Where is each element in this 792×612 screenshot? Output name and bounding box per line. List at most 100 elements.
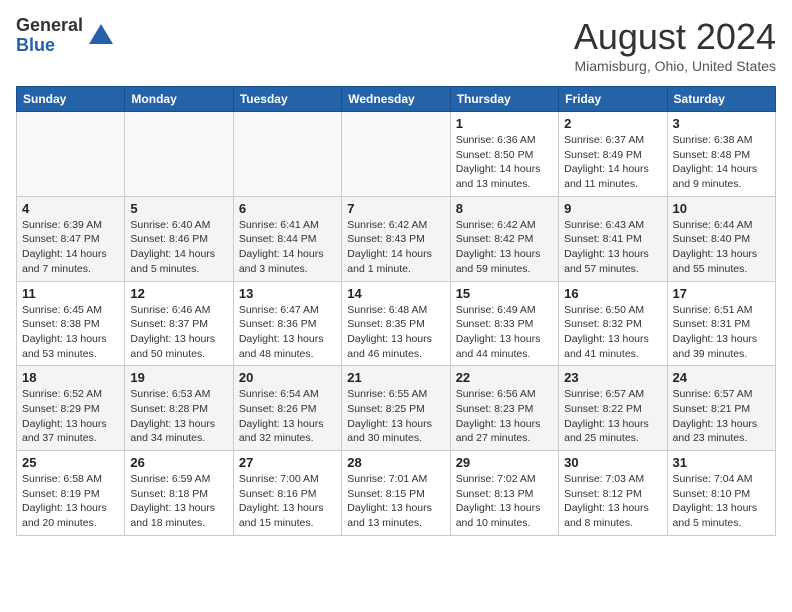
weekday-header: Monday [125, 87, 233, 112]
day-info: Sunrise: 6:47 AMSunset: 8:36 PMDaylight:… [239, 303, 336, 362]
day-info: Sunrise: 6:44 AMSunset: 8:40 PMDaylight:… [673, 218, 770, 277]
logo-general: General [16, 16, 83, 36]
calendar-week-row: 11 Sunrise: 6:45 AMSunset: 8:38 PMDayligh… [17, 281, 776, 366]
day-info: Sunrise: 7:01 AMSunset: 8:15 PMDaylight:… [347, 472, 444, 531]
calendar-cell: 4 Sunrise: 6:39 AMSunset: 8:47 PMDaylight… [17, 196, 125, 281]
calendar-cell: 9 Sunrise: 6:43 AMSunset: 8:41 PMDaylight… [559, 196, 667, 281]
day-number: 10 [673, 201, 770, 216]
day-info: Sunrise: 6:37 AMSunset: 8:49 PMDaylight:… [564, 133, 661, 192]
calendar-week-row: 1 Sunrise: 6:36 AMSunset: 8:50 PMDaylight… [17, 112, 776, 197]
calendar-cell: 20 Sunrise: 6:54 AMSunset: 8:26 PMDayligh… [233, 366, 341, 451]
calendar-cell: 21 Sunrise: 6:55 AMSunset: 8:25 PMDayligh… [342, 366, 450, 451]
day-info: Sunrise: 6:57 AMSunset: 8:21 PMDaylight:… [673, 387, 770, 446]
calendar-week-row: 25Sunrise: 6:58 AMSunset: 8:19 PMDayligh… [17, 451, 776, 536]
day-info: Sunrise: 6:52 AMSunset: 8:29 PMDaylight:… [22, 387, 119, 446]
calendar-cell: 15 Sunrise: 6:49 AMSunset: 8:33 PMDayligh… [450, 281, 558, 366]
day-info: Sunrise: 6:36 AMSunset: 8:50 PMDaylight:… [456, 133, 553, 192]
calendar-table: SundayMondayTuesdayWednesdayThursdayFrid… [16, 86, 776, 536]
logo: General Blue [16, 16, 115, 56]
day-number: 24 [673, 370, 770, 385]
day-info: Sunrise: 6:53 AMSunset: 8:28 PMDaylight:… [130, 387, 227, 446]
day-number: 3 [673, 116, 770, 131]
calendar-cell: 3 Sunrise: 6:38 AMSunset: 8:48 PMDaylight… [667, 112, 775, 197]
day-number: 26 [130, 455, 227, 470]
day-info: Sunrise: 6:45 AMSunset: 8:38 PMDaylight:… [22, 303, 119, 362]
day-number: 5 [130, 201, 227, 216]
day-info: Sunrise: 6:59 AMSunset: 8:18 PMDaylight:… [130, 472, 227, 531]
calendar-cell [17, 112, 125, 197]
day-number: 14 [347, 286, 444, 301]
day-number: 11 [22, 286, 119, 301]
weekday-header: Friday [559, 87, 667, 112]
day-info: Sunrise: 7:04 AMSunset: 8:10 PMDaylight:… [673, 472, 770, 531]
calendar-cell: 16Sunrise: 6:50 AMSunset: 8:32 PMDayligh… [559, 281, 667, 366]
calendar-cell: 10 Sunrise: 6:44 AMSunset: 8:40 PMDayligh… [667, 196, 775, 281]
day-number: 29 [456, 455, 553, 470]
logo-blue: Blue [16, 36, 83, 56]
day-number: 7 [347, 201, 444, 216]
day-info: Sunrise: 6:55 AMSunset: 8:25 PMDaylight:… [347, 387, 444, 446]
day-number: 8 [456, 201, 553, 216]
weekday-header: Sunday [17, 87, 125, 112]
day-number: 1 [456, 116, 553, 131]
day-info: Sunrise: 6:42 AMSunset: 8:43 PMDaylight:… [347, 218, 444, 277]
weekday-header-row: SundayMondayTuesdayWednesdayThursdayFrid… [17, 87, 776, 112]
calendar-week-row: 18 Sunrise: 6:52 AMSunset: 8:29 PMDayligh… [17, 366, 776, 451]
day-number: 30 [564, 455, 661, 470]
calendar-cell: 28 Sunrise: 7:01 AMSunset: 8:15 PMDayligh… [342, 451, 450, 536]
calendar-cell: 14 Sunrise: 6:48 AMSunset: 8:35 PMDayligh… [342, 281, 450, 366]
day-number: 19 [130, 370, 227, 385]
day-number: 12 [130, 286, 227, 301]
calendar-cell: 17 Sunrise: 6:51 AMSunset: 8:31 PMDayligh… [667, 281, 775, 366]
weekday-header: Thursday [450, 87, 558, 112]
day-number: 2 [564, 116, 661, 131]
day-info: Sunrise: 6:42 AMSunset: 8:42 PMDaylight:… [456, 218, 553, 277]
weekday-header: Wednesday [342, 87, 450, 112]
day-number: 22 [456, 370, 553, 385]
calendar-cell: 29Sunrise: 7:02 AMSunset: 8:13 PMDayligh… [450, 451, 558, 536]
day-info: Sunrise: 6:49 AMSunset: 8:33 PMDaylight:… [456, 303, 553, 362]
day-number: 18 [22, 370, 119, 385]
day-info: Sunrise: 6:56 AMSunset: 8:23 PMDaylight:… [456, 387, 553, 446]
location: Miamisburg, Ohio, United States [574, 58, 776, 74]
month-title: August 2024 [574, 16, 776, 58]
day-info: Sunrise: 6:43 AMSunset: 8:41 PMDaylight:… [564, 218, 661, 277]
day-number: 28 [347, 455, 444, 470]
calendar-cell: 13 Sunrise: 6:47 AMSunset: 8:36 PMDayligh… [233, 281, 341, 366]
day-info: Sunrise: 6:57 AMSunset: 8:22 PMDaylight:… [564, 387, 661, 446]
day-number: 9 [564, 201, 661, 216]
calendar-cell: 8 Sunrise: 6:42 AMSunset: 8:42 PMDaylight… [450, 196, 558, 281]
calendar-cell: 27 Sunrise: 7:00 AMSunset: 8:16 PMDayligh… [233, 451, 341, 536]
day-number: 23 [564, 370, 661, 385]
day-info: Sunrise: 7:03 AMSunset: 8:12 PMDaylight:… [564, 472, 661, 531]
day-info: Sunrise: 7:00 AMSunset: 8:16 PMDaylight:… [239, 472, 336, 531]
day-number: 13 [239, 286, 336, 301]
logo-icon [87, 22, 115, 50]
day-info: Sunrise: 6:54 AMSunset: 8:26 PMDaylight:… [239, 387, 336, 446]
calendar-cell: 11 Sunrise: 6:45 AMSunset: 8:38 PMDayligh… [17, 281, 125, 366]
calendar-cell: 2 Sunrise: 6:37 AMSunset: 8:49 PMDaylight… [559, 112, 667, 197]
day-number: 4 [22, 201, 119, 216]
day-info: Sunrise: 6:48 AMSunset: 8:35 PMDaylight:… [347, 303, 444, 362]
day-info: Sunrise: 6:38 AMSunset: 8:48 PMDaylight:… [673, 133, 770, 192]
calendar-cell [125, 112, 233, 197]
day-info: Sunrise: 6:51 AMSunset: 8:31 PMDaylight:… [673, 303, 770, 362]
calendar-cell: 31Sunrise: 7:04 AMSunset: 8:10 PMDayligh… [667, 451, 775, 536]
day-number: 17 [673, 286, 770, 301]
weekday-header: Saturday [667, 87, 775, 112]
calendar-cell: 6 Sunrise: 6:41 AMSunset: 8:44 PMDaylight… [233, 196, 341, 281]
calendar-cell [342, 112, 450, 197]
day-number: 25 [22, 455, 119, 470]
calendar-cell: 18 Sunrise: 6:52 AMSunset: 8:29 PMDayligh… [17, 366, 125, 451]
day-info: Sunrise: 6:40 AMSunset: 8:46 PMDaylight:… [130, 218, 227, 277]
day-number: 20 [239, 370, 336, 385]
day-number: 15 [456, 286, 553, 301]
day-number: 6 [239, 201, 336, 216]
day-number: 27 [239, 455, 336, 470]
day-number: 21 [347, 370, 444, 385]
day-number: 16 [564, 286, 661, 301]
day-info: Sunrise: 6:39 AMSunset: 8:47 PMDaylight:… [22, 218, 119, 277]
day-info: Sunrise: 6:41 AMSunset: 8:44 PMDaylight:… [239, 218, 336, 277]
calendar-cell: 25Sunrise: 6:58 AMSunset: 8:19 PMDayligh… [17, 451, 125, 536]
title-area: August 2024 Miamisburg, Ohio, United Sta… [574, 16, 776, 74]
